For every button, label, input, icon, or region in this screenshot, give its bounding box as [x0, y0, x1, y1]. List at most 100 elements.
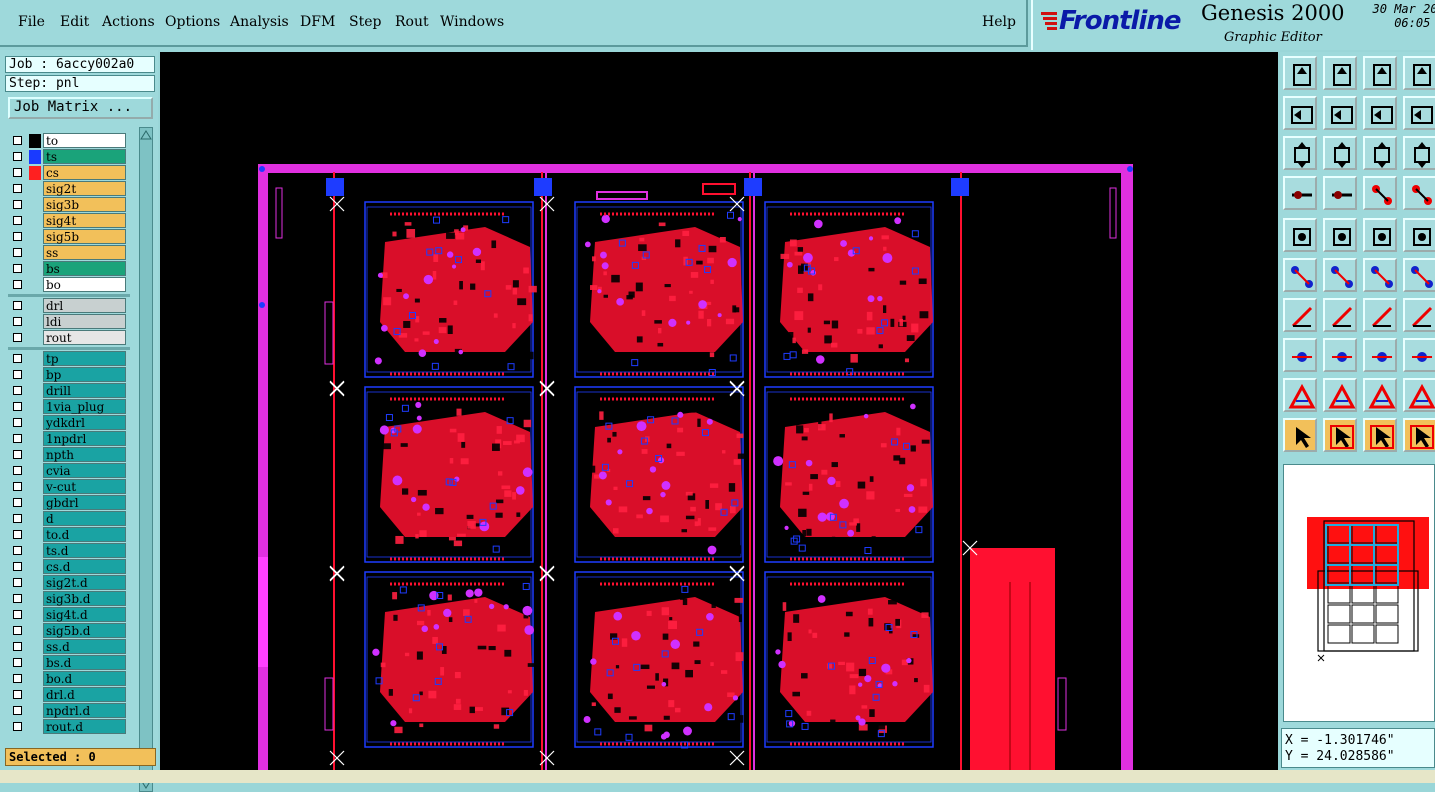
layer-checkbox[interactable] [13, 530, 22, 539]
layer-checkbox[interactable] [13, 152, 22, 161]
select-route-tool-button[interactable] [1403, 418, 1435, 452]
layer-name[interactable]: ldi [43, 314, 126, 329]
layer-name[interactable]: ts [43, 149, 126, 164]
layer-view-tool-button[interactable] [1363, 176, 1397, 210]
menu-analysis[interactable]: Analysis [230, 14, 289, 30]
layer-row-sig4t-d[interactable]: sig4t.d [8, 607, 130, 622]
layer-name[interactable]: v-cut [43, 479, 126, 494]
layer-row-sig2t[interactable]: sig2t [8, 181, 130, 196]
rotate-tool-button[interactable] [1363, 298, 1397, 332]
layer-name[interactable]: bo [43, 277, 126, 292]
layer-name[interactable]: rout [43, 330, 126, 345]
layer-checkbox[interactable] [13, 690, 22, 699]
layer-row-sig5b-d[interactable]: sig5b.d [8, 623, 130, 638]
snap-settings-tool-button[interactable] [1283, 176, 1317, 210]
layer-color-swatch[interactable] [29, 134, 41, 148]
layer-row-rout-d[interactable]: rout.d [8, 719, 130, 734]
zoom-fit-tool-button[interactable] [1283, 136, 1317, 170]
layer-checkbox[interactable] [13, 642, 22, 651]
layer-name[interactable]: cs [43, 165, 126, 180]
layer-name[interactable]: ydkdrl [43, 415, 126, 430]
layer-name[interactable]: bo.d [43, 671, 126, 686]
pan-up-tool-button[interactable] [1283, 56, 1317, 90]
panel-drawing[interactable] [160, 52, 1278, 770]
layer-name[interactable]: drl [43, 298, 126, 313]
layer-checkbox[interactable] [13, 354, 22, 363]
layer-checkbox[interactable] [13, 370, 22, 379]
redraw-tool-button[interactable] [1403, 96, 1435, 130]
pad-add-tool-button[interactable] [1283, 338, 1317, 372]
pan-left-tool-button[interactable] [1283, 96, 1317, 130]
layer-row-sig4t[interactable]: sig4t [8, 213, 130, 228]
layer-name[interactable]: npth [43, 447, 126, 462]
layer-row-gbdrl[interactable]: gbdrl [8, 495, 130, 510]
circle-tool-button[interactable] [1403, 218, 1435, 252]
layer-color-swatch[interactable] [29, 150, 41, 164]
scale-1to2-tool-button[interactable] [1363, 136, 1397, 170]
layer-name[interactable]: bp [43, 367, 126, 382]
layer-name[interactable]: sig2t.d [43, 575, 126, 590]
layer-name[interactable]: cvia [43, 463, 126, 478]
flip-tool-button[interactable] [1403, 298, 1435, 332]
layer-row-sig2t-d[interactable]: sig2t.d [8, 575, 130, 590]
menu-dfm[interactable]: DFM [300, 14, 335, 30]
layer-checkbox[interactable] [13, 562, 22, 571]
layer-checkbox[interactable] [13, 184, 22, 193]
layer-name[interactable]: npdrl.d [43, 703, 126, 718]
undo-tool-button[interactable] [1363, 96, 1397, 130]
layer-row-v-cut[interactable]: v-cut [8, 479, 130, 494]
group-tool-button[interactable] [1403, 338, 1435, 372]
triangle-small-tool-button[interactable] [1403, 378, 1435, 412]
layer-row-d[interactable]: d [8, 511, 130, 526]
layer-row-bs-d[interactable]: bs.d [8, 655, 130, 670]
layer-checkbox[interactable] [13, 317, 22, 326]
layer-name[interactable]: ss [43, 245, 126, 260]
layer-row-cs[interactable]: cs [8, 165, 130, 180]
layer-checkbox[interactable] [13, 482, 22, 491]
layer-row-ss-d[interactable]: ss.d [8, 639, 130, 654]
layer-row-sig3b[interactable]: sig3b [8, 197, 130, 212]
connect-tool-button[interactable] [1283, 258, 1317, 292]
layer-checkbox[interactable] [13, 248, 22, 257]
line-add-tool-button[interactable] [1363, 258, 1397, 292]
distance-tool-button[interactable] [1363, 338, 1397, 372]
layer-name[interactable]: tp [43, 351, 126, 366]
layer-name[interactable]: sig3b.d [43, 591, 126, 606]
layer-compare-tool-button[interactable] [1403, 176, 1435, 210]
home-tool-button[interactable] [1363, 56, 1397, 90]
layer-checkbox[interactable] [13, 594, 22, 603]
layer-checkbox[interactable] [13, 514, 22, 523]
triangle-up-tool-button[interactable] [1323, 378, 1357, 412]
layer-checkbox[interactable] [13, 498, 22, 507]
delete-tool-button[interactable] [1323, 258, 1357, 292]
menu-rout[interactable]: Rout [395, 14, 429, 30]
layer-checkbox[interactable] [13, 450, 22, 459]
layer-name[interactable]: to [43, 133, 126, 148]
layer-name[interactable]: sig2t [43, 181, 126, 196]
layer-name[interactable]: to.d [43, 527, 126, 542]
layer-checkbox[interactable] [13, 466, 22, 475]
layer-row-bo-d[interactable]: bo.d [8, 671, 130, 686]
layer-checkbox[interactable] [13, 674, 22, 683]
layer-row-sig3b-d[interactable]: sig3b.d [8, 591, 130, 606]
layer-row-cvia[interactable]: cvia [8, 463, 130, 478]
layer-checkbox[interactable] [13, 168, 22, 177]
layer-checkbox[interactable] [13, 722, 22, 731]
layer-checkbox[interactable] [13, 626, 22, 635]
layer-checkbox[interactable] [13, 232, 22, 241]
layer-row-npdrl-d[interactable]: npdrl.d [8, 703, 130, 718]
scroll-up-icon[interactable] [140, 130, 152, 140]
menu-options[interactable]: Options [165, 14, 220, 30]
overview-drawing[interactable] [1284, 465, 1434, 721]
layer-row-drl[interactable]: drl [8, 298, 130, 313]
layer-checkbox[interactable] [13, 301, 22, 310]
menu-help[interactable]: Help [982, 14, 1016, 30]
layer-checkbox[interactable] [13, 610, 22, 619]
triangle-red-tool-button[interactable] [1363, 378, 1397, 412]
layer-name[interactable]: sig5b.d [43, 623, 126, 638]
layer-row-cs-d[interactable]: cs.d [8, 559, 130, 574]
select-arrow-tool-button[interactable] [1283, 418, 1317, 452]
layer-row-ldi[interactable]: ldi [8, 314, 130, 329]
layer-name[interactable]: 1npdrl [43, 431, 126, 446]
layer-name[interactable]: sig4t [43, 213, 126, 228]
